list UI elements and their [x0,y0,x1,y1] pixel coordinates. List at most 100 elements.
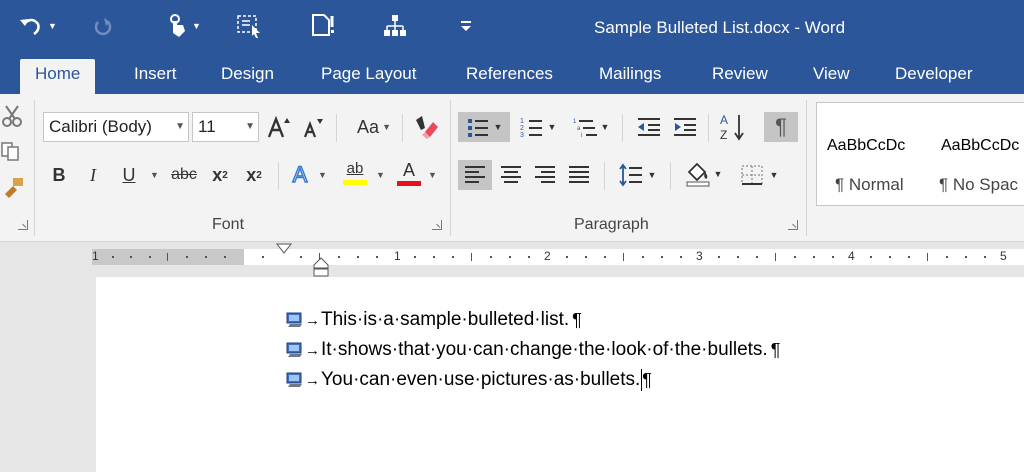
svg-text:1: 1 [520,118,524,125]
subscript-button[interactable]: x2 [206,160,234,190]
tab-home[interactable]: Home [20,59,96,94]
font-dialog-launcher[interactable] [432,220,442,230]
italic-label: I [90,164,96,185]
bullets-button[interactable]: ▼ [458,112,510,142]
ruler-tick [205,256,207,258]
chevron-down-icon[interactable]: ▼ [770,170,779,180]
font-name-combo[interactable]: Calibri (Body) ▼ [43,112,189,142]
svg-text:1: 1 [573,119,577,125]
cut-button[interactable] [0,102,24,130]
tab-developer[interactable]: Developer [895,60,973,94]
copy-button[interactable] [0,138,24,164]
chevron-down-icon[interactable]: ▼ [494,122,503,132]
pilcrow-icon: ¶ [775,114,787,139]
list-item[interactable]: → You·can·even·use·pictures·as·bullets. … [286,369,652,391]
show-formatting-marks-button[interactable]: ¶ [764,112,798,142]
ribbon-tabs: Home Insert Design Page Layout Reference… [0,56,1024,94]
borders-button[interactable]: ▼ [734,160,784,190]
chevron-down-icon[interactable]: ▼ [175,113,185,141]
paint-bucket-icon [686,162,710,187]
touch-mode-dropdown-icon[interactable]: ▼ [192,21,201,31]
paragraph-dialog-launcher[interactable] [788,220,798,230]
chevron-down-icon[interactable]: ▼ [245,113,255,141]
align-left-icon [465,166,485,183]
shading-button[interactable]: ▼ [678,158,728,190]
clipboard-dialog-launcher[interactable] [18,220,28,230]
group-divider [34,100,35,236]
tab-mark: → [305,371,320,389]
font-size-value: 11 [198,117,216,136]
hanging-indent-marker-icon[interactable] [313,257,329,277]
document-page[interactable]: → This·is·a·sample·bulleted·list. ¶ → It… [96,277,1024,472]
chevron-down-icon[interactable]: ▼ [648,170,657,180]
touch-mode-button[interactable]: ▼ [166,6,201,46]
line-spacing-button[interactable]: ▼ [612,160,662,190]
align-right-button[interactable] [528,160,562,190]
italic-button[interactable]: I [80,160,106,190]
tab-insert[interactable]: Insert [134,60,177,94]
align-center-button[interactable] [494,160,528,190]
multilevel-list-button[interactable]: 1 a i ▼ [566,112,616,142]
ruler-area: 1 1 2 3 4 5 [0,243,1024,277]
ruler-tick [471,253,472,261]
highlight-color-button[interactable]: ab [338,156,372,190]
new-document-button[interactable] [310,6,336,46]
chevron-down-icon[interactable]: ▼ [548,122,557,132]
chevron-down-icon[interactable]: ▼ [318,170,327,180]
chevron-down-icon[interactable]: ▼ [382,122,391,132]
ruler-tick [737,256,739,258]
superscript-label: x [246,164,257,185]
customize-quick-access-button[interactable] [460,6,472,46]
chevron-down-icon[interactable]: ▼ [376,170,385,180]
style-normal-sample[interactable]: AaBbCcDc [827,137,905,155]
chevron-down-icon[interactable]: ▼ [428,170,437,180]
change-case-button[interactable]: Aa ▼ [343,112,393,142]
undo-button[interactable]: ▼ [18,6,57,46]
chevron-down-icon[interactable]: ▼ [714,169,723,179]
justify-button[interactable] [562,160,596,190]
list-item[interactable]: → This·is·a·sample·bulleted·list. ¶ [286,309,582,331]
style-no-spacing-label[interactable]: ¶ No Spac [939,175,1018,195]
first-line-indent-marker-icon[interactable] [276,243,292,257]
tab-references[interactable]: References [466,60,553,94]
tab-mailings[interactable]: Mailings [599,60,661,94]
styles-gallery: AaBbCcDc ¶ Normal AaBbCcDc ¶ No Spac [816,102,1024,206]
tab-design[interactable]: Design [221,60,274,94]
superscript-button[interactable]: x2 [240,160,268,190]
redo-button[interactable] [92,6,114,46]
style-no-spacing-sample[interactable]: AaBbCcDc [941,137,1019,155]
increase-indent-button[interactable] [668,112,702,142]
sort-button[interactable]: A Z [716,110,748,144]
copy-icon [1,142,19,161]
undo-dropdown-icon[interactable]: ▼ [48,21,57,31]
strikethrough-button[interactable]: abc [168,160,200,190]
tab-review[interactable]: Review [712,60,768,94]
font-color-button[interactable]: A [394,156,424,190]
list-item[interactable]: → It·shows·that·you·can·change·the·look·… [286,339,780,361]
svg-text:Z: Z [720,128,727,142]
list-item-text: You·can·even·use·pictures·as·bullets. [321,369,641,390]
underline-button[interactable]: U [114,160,144,190]
shrink-font-button[interactable] [298,112,328,142]
bold-button[interactable]: B [46,160,72,190]
clear-formatting-button[interactable] [410,112,442,142]
format-painter-button[interactable] [0,172,26,200]
align-left-button[interactable] [458,160,492,190]
chevron-down-icon[interactable]: ▼ [601,122,610,132]
ruler-tick [661,256,663,258]
style-normal-label[interactable]: ¶ Normal [835,175,904,195]
ruler-number: 5 [1000,249,1007,263]
horizontal-ruler[interactable]: 1 1 2 3 4 5 [92,249,1024,265]
numbering-button[interactable]: 1 2 3 ▼ [514,112,562,142]
chevron-down-icon[interactable]: ▼ [150,170,159,180]
tab-view[interactable]: View [813,60,850,94]
grow-font-button[interactable] [264,112,294,142]
decrease-indent-button[interactable] [632,112,666,142]
font-size-combo[interactable]: 11 ▼ [192,112,259,142]
decrease-indent-icon [638,118,660,136]
ruler-tick [130,256,132,258]
organization-chart-button[interactable] [382,6,408,46]
select-button[interactable] [236,6,264,46]
text-effects-button[interactable]: A [286,160,314,190]
tab-page-layout[interactable]: Page Layout [321,60,416,94]
